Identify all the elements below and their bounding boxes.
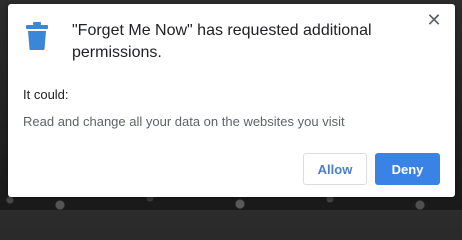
deny-button[interactable]: Deny <box>375 153 440 185</box>
dialog-header: "Forget Me Now" has requested additional… <box>26 20 415 64</box>
permission-item: Read and change all your data on the web… <box>23 114 345 129</box>
dialog-title: "Forget Me Now" has requested additional… <box>72 22 372 61</box>
allow-button[interactable]: Allow <box>303 153 367 185</box>
close-icon[interactable]: ✕ <box>425 12 443 30</box>
permission-dialog: "Forget Me Now" has requested additional… <box>8 4 455 197</box>
permissions-intro-label: It could: <box>23 87 69 102</box>
trash-can-icon <box>26 22 48 50</box>
